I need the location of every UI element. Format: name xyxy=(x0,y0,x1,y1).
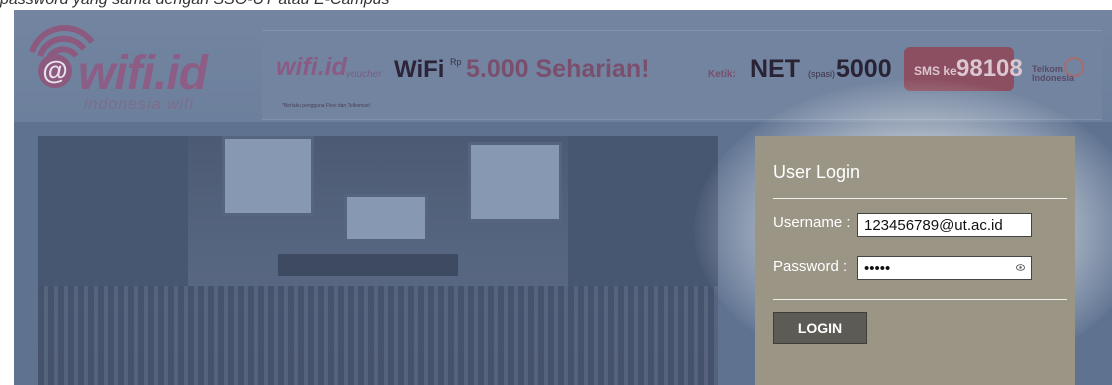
banner-currency: Rp xyxy=(450,57,462,67)
banner-product: WiFi xyxy=(394,56,445,83)
logo-wordmark: wifi.id xyxy=(78,47,208,100)
audience-seating xyxy=(38,286,718,385)
wall-panel-left xyxy=(38,136,188,286)
login-title: User Login xyxy=(773,162,861,182)
login-button[interactable]: LOGIN xyxy=(773,312,867,344)
password-field[interactable]: ••••• xyxy=(857,256,1032,280)
projection-screen-center xyxy=(344,194,428,242)
projection-screen-left xyxy=(222,136,314,216)
banner-brand: wifi.id xyxy=(276,53,347,81)
top-caption-strip: password yang sama dengan SSO-UT atau E-… xyxy=(0,0,1112,10)
banner-footnote: *Berlaku pengguna Flexi dan Telkomsel xyxy=(282,103,370,109)
banner-ketik: Ketik: xyxy=(708,69,736,80)
telkom-logo: Telkom Indonesia xyxy=(1032,53,1092,93)
banner-keyword: NET xyxy=(750,55,800,83)
username-label: Username : xyxy=(773,214,851,231)
banner-sms-label: SMS ke xyxy=(914,64,957,78)
divider-top xyxy=(773,198,1067,199)
login-panel: User Login Username : 123456789@ut.ac.id… xyxy=(755,136,1075,385)
telkom-name: Telkom Indonesia xyxy=(1032,64,1075,83)
divider-bottom xyxy=(773,299,1067,300)
banner-sms-number: 98108 xyxy=(956,55,1023,82)
password-value: ••••• xyxy=(864,260,891,277)
auditorium-photo xyxy=(38,136,718,385)
caption-text: password yang sama dengan SSO-UT atau E-… xyxy=(0,0,390,9)
logo-at-symbol: @ xyxy=(38,54,72,88)
password-label: Password : xyxy=(773,258,848,275)
banner-voucher: voucher xyxy=(346,69,382,80)
eye-icon[interactable] xyxy=(1016,264,1025,271)
username-field[interactable]: 123456789@ut.ac.id xyxy=(857,213,1032,237)
logo-tagline: indonesia wifi xyxy=(84,96,195,113)
banner-code: 5000 xyxy=(836,55,892,83)
username-value: 123456789@ut.ac.id xyxy=(864,217,1003,234)
stage xyxy=(278,254,458,276)
banner-price: 5.000 Seharian! xyxy=(466,55,650,83)
banner-spasi: (spasi) xyxy=(808,69,836,79)
projection-screen-right xyxy=(468,142,562,222)
screenshot-frame: @ wifi.id indonesia wifi wifi.id voucher… xyxy=(14,10,1112,385)
